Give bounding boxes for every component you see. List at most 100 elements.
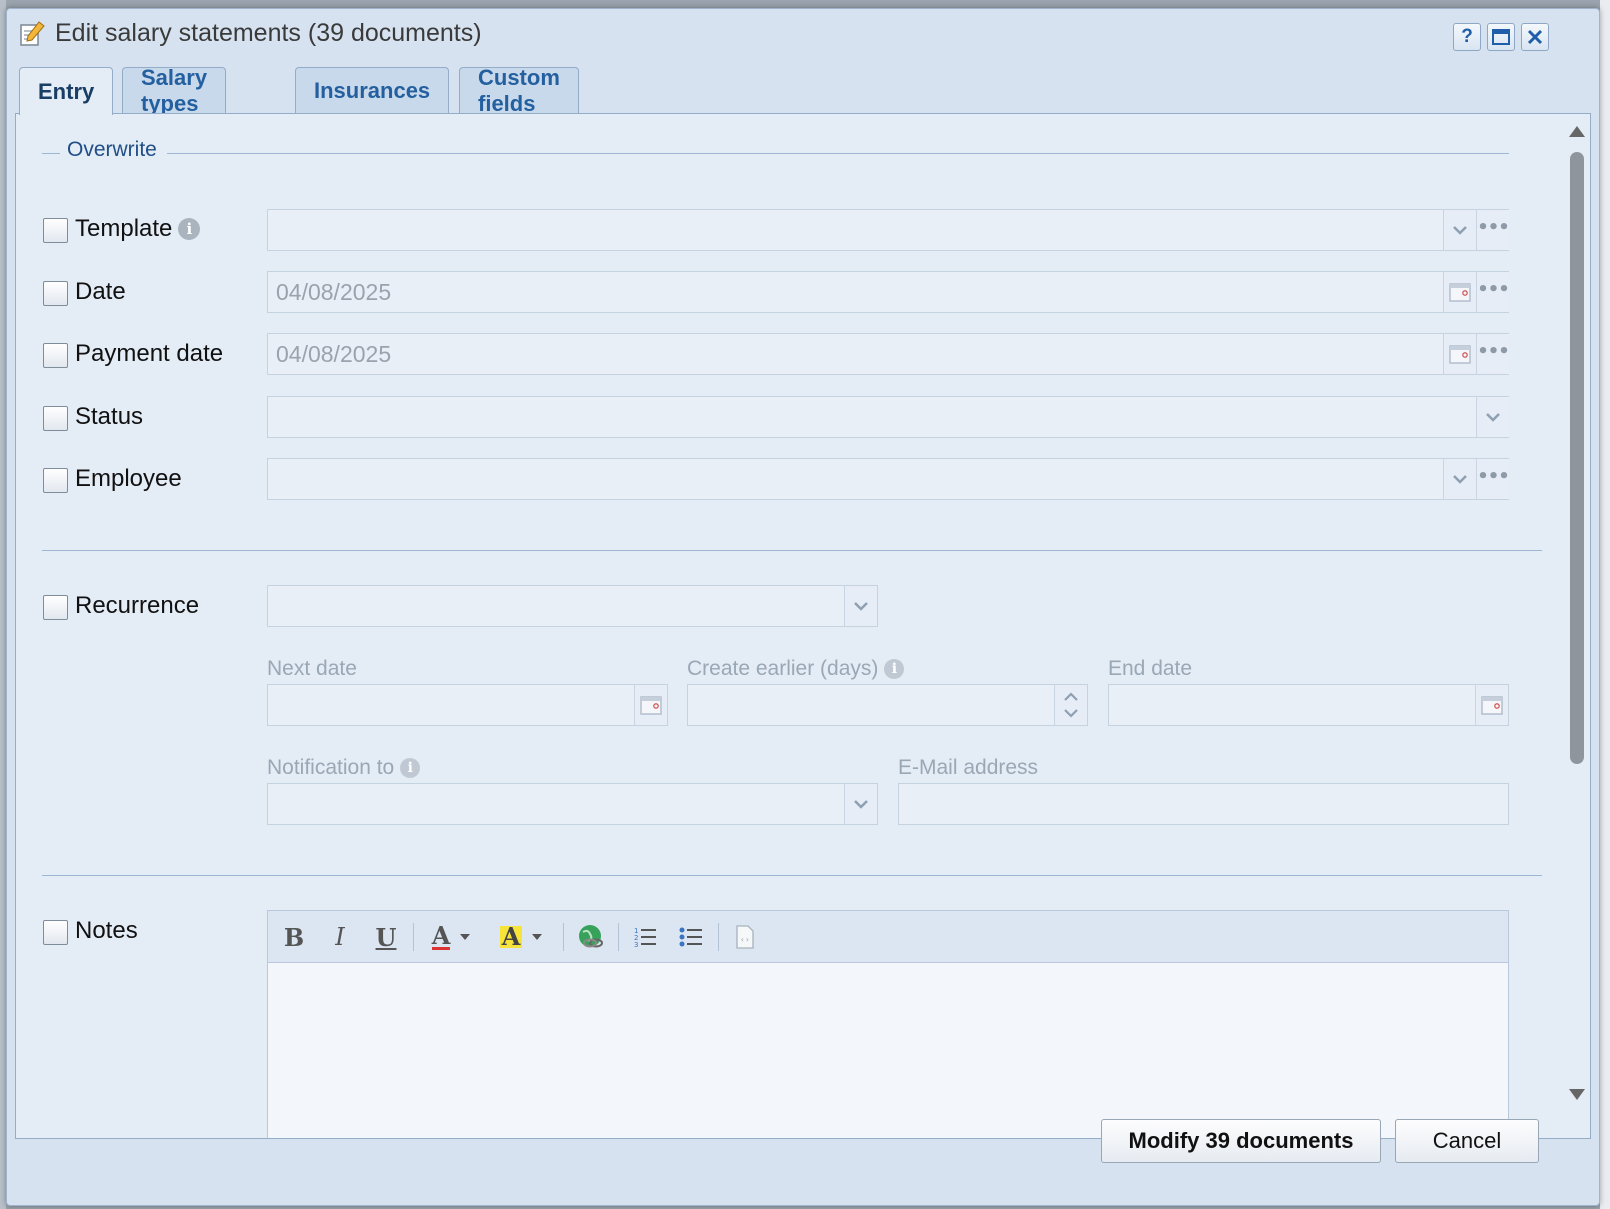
date-field[interactable]: ••• <box>267 271 1510 313</box>
section-divider <box>42 875 1542 876</box>
next-date-field[interactable] <box>267 684 668 726</box>
scroll-down-icon[interactable] <box>1568 1088 1586 1102</box>
insert-link-button[interactable] <box>574 921 608 953</box>
maximize-button[interactable] <box>1487 23 1515 51</box>
email-address-field[interactable] <box>898 783 1509 825</box>
more-icon: ••• <box>1477 340 1510 362</box>
date-label: Date <box>75 278 126 305</box>
payment-date-more-button[interactable]: ••• <box>1476 334 1510 374</box>
recurrence-checkbox[interactable] <box>43 595 68 620</box>
notification-to-dropdown-button[interactable] <box>844 784 877 824</box>
status-combo[interactable] <box>267 396 1509 438</box>
payment-date-label: Payment date <box>75 340 224 367</box>
template-checkbox[interactable] <box>43 218 68 243</box>
template-info-icon[interactable]: i <box>178 218 201 240</box>
date-checkbox[interactable] <box>43 281 68 306</box>
notification-to-input[interactable] <box>268 784 838 824</box>
modify-documents-button[interactable]: Modify 39 documents <box>1101 1119 1381 1163</box>
svg-text:‹›: ‹› <box>740 935 750 944</box>
next-date-input[interactable] <box>268 685 628 725</box>
end-date-field[interactable] <box>1108 684 1509 726</box>
legend-line-right <box>167 153 1509 154</box>
notes-editor-toolbar: B I U A A 1 2 3 ‹› <box>268 911 1508 963</box>
create-earlier-input[interactable] <box>688 685 1048 725</box>
more-icon: ••• <box>1477 216 1510 238</box>
employee-combo[interactable]: ••• <box>267 458 1510 500</box>
employee-input[interactable] <box>268 459 1438 499</box>
scrollbar-thumb[interactable] <box>1570 152 1584 764</box>
more-icon: ••• <box>1477 278 1510 300</box>
recurrence-combo[interactable] <box>267 585 878 627</box>
template-combo[interactable]: ••• <box>267 209 1510 251</box>
close-button[interactable] <box>1521 23 1549 51</box>
highlight-color-button[interactable]: A <box>494 921 550 953</box>
unordered-list-icon <box>679 927 702 947</box>
template-more-button[interactable]: ••• <box>1476 210 1510 250</box>
source-code-icon: ‹› <box>736 925 754 949</box>
recurrence-input[interactable] <box>268 586 838 626</box>
tab-insurances[interactable]: Insurances <box>295 67 450 113</box>
bold-icon: B <box>283 922 305 952</box>
next-date-calendar-button[interactable] <box>634 685 667 725</box>
employee-dropdown-button[interactable] <box>1443 459 1476 499</box>
end-date-calendar-button[interactable] <box>1475 685 1508 725</box>
toolbar-separator <box>563 923 564 951</box>
notes-checkbox[interactable] <box>43 920 68 945</box>
dialog-titlebar[interactable]: Edit salary statements (39 documents) ? <box>7 9 1599 61</box>
unordered-list-button[interactable] <box>674 921 708 953</box>
date-calendar-button[interactable] <box>1443 272 1476 312</box>
notes-editor[interactable]: B I U A A 1 2 3 ‹› <box>267 910 1509 1138</box>
status-input[interactable] <box>268 397 1468 437</box>
date-more-button[interactable]: ••• <box>1476 272 1510 312</box>
payment-date-checkbox[interactable] <box>43 343 68 368</box>
payment-date-field[interactable]: ••• <box>267 333 1510 375</box>
employee-checkbox[interactable] <box>43 468 68 493</box>
status-dropdown-button[interactable] <box>1476 397 1509 437</box>
payment-date-input[interactable] <box>268 334 1438 374</box>
notification-to-combo[interactable] <box>267 783 878 825</box>
payment-date-calendar-button[interactable] <box>1443 334 1476 374</box>
create-earlier-stepper[interactable] <box>1054 685 1087 725</box>
overwrite-legend: Overwrite <box>67 138 157 161</box>
template-input[interactable] <box>268 210 1438 250</box>
status-checkbox[interactable] <box>43 406 68 431</box>
template-dropdown-button[interactable] <box>1443 210 1476 250</box>
tab-custom-fields[interactable]: Custom fields <box>459 65 579 116</box>
recurrence-dropdown-button[interactable] <box>844 586 877 626</box>
maximize-icon <box>1492 29 1510 45</box>
scroll-up-icon[interactable] <box>1568 124 1586 138</box>
font-color-icon: A <box>431 920 451 950</box>
section-divider <box>42 550 1542 551</box>
create-earlier-field[interactable] <box>687 684 1088 726</box>
highlight-color-icon: A <box>499 922 523 951</box>
help-button[interactable]: ? <box>1453 23 1481 51</box>
font-color-button[interactable]: A <box>424 921 480 953</box>
notification-info-icon[interactable]: i <box>400 758 421 778</box>
chevron-down-icon <box>1453 475 1467 484</box>
email-address-input[interactable] <box>899 784 1504 824</box>
employee-label: Employee <box>75 465 182 492</box>
vertical-scrollbar[interactable] <box>1566 114 1588 1138</box>
end-date-label: End date <box>1108 657 1193 680</box>
caret-down-icon <box>532 934 543 940</box>
ordered-list-icon: 1 2 3 <box>634 927 656 949</box>
close-icon <box>1527 29 1543 45</box>
calendar-icon <box>1449 283 1471 302</box>
underline-button[interactable]: U <box>370 921 402 953</box>
toolbar-separator <box>718 923 719 951</box>
source-edit-button[interactable]: ‹› <box>728 921 762 953</box>
bold-button[interactable]: B <box>278 921 310 953</box>
cancel-button[interactable]: Cancel <box>1395 1119 1539 1163</box>
employee-more-button[interactable]: ••• <box>1476 459 1510 499</box>
italic-button[interactable]: I <box>324 921 356 953</box>
chevron-up-icon[interactable] <box>1063 692 1079 702</box>
chevron-down-icon <box>1453 226 1467 235</box>
date-input[interactable] <box>268 272 1438 312</box>
tab-entry[interactable]: Entry <box>19 67 114 115</box>
create-earlier-info-icon[interactable]: i <box>884 659 905 679</box>
ordered-list-button[interactable]: 1 2 3 <box>628 921 662 953</box>
tab-salary-types[interactable]: Salary types <box>122 65 227 116</box>
end-date-input[interactable] <box>1109 685 1469 725</box>
svg-text:3: 3 <box>634 941 638 949</box>
chevron-down-icon[interactable] <box>1063 708 1079 718</box>
